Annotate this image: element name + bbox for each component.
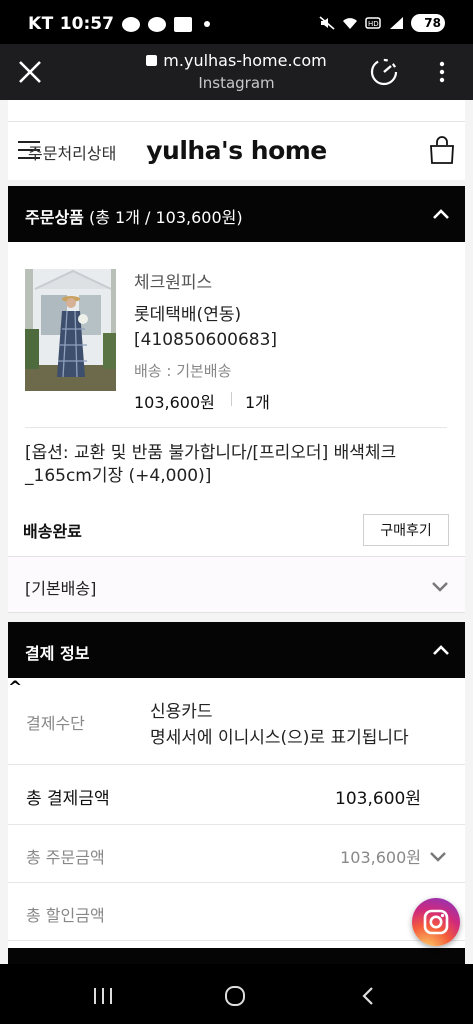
url-display[interactable]: m.yulhas-home.com	[0, 51, 473, 70]
shipping-company: 롯데택배(연동)	[134, 305, 242, 325]
browser-source-label: Instagram	[198, 74, 275, 92]
more-notifications-icon	[203, 21, 210, 27]
order-items-section-header[interactable]: 주문상품 (총 1개 / 103,600원)	[8, 186, 465, 242]
order-total-label: 총 주문금액	[26, 848, 105, 867]
chat-notification-icon	[147, 16, 166, 32]
payment-method-note: 명세서에 이니시스(으)로 표기됩니다	[150, 728, 409, 748]
price-quantity-divider	[231, 392, 232, 406]
top-strip	[8, 100, 465, 122]
total-payment-row: 총 결제금액 103,600원	[8, 765, 465, 825]
battery-indicator: 78	[411, 14, 445, 32]
product-name[interactable]: 체크원피스	[134, 268, 212, 293]
recent-apps-icon[interactable]	[92, 986, 114, 1006]
total-payment-value: 103,600원	[335, 789, 421, 809]
system-navigation-bar	[0, 964, 473, 1024]
home-icon[interactable]	[224, 985, 246, 1007]
page-content: 주문처리상태 yulha's home 주문상품 (총 1개 / 103,600…	[0, 100, 473, 964]
order-total-row[interactable]: 총 주문금액 103,600원	[8, 825, 465, 883]
product-quantity: 1개	[245, 393, 270, 412]
lock-icon	[146, 55, 158, 66]
payment-method-value: 신용카드	[150, 702, 213, 722]
tracking-number[interactable]: [410850600683]	[134, 330, 277, 350]
order-total-value: 103,600원	[340, 848, 421, 867]
hd-icon: HD	[365, 17, 381, 29]
order-items-title: 주문상품 (총 1개 / 103,600원)	[25, 204, 243, 228]
payment-info-table: 결제수단 신용카드 명세서에 이니시스(으)로 표기됩니다 ^ 총 결제금액 1…	[8, 678, 465, 964]
instagram-icon	[423, 909, 449, 935]
talk-notification-icon	[121, 16, 140, 32]
card-divider	[25, 427, 447, 428]
url-text: m.yulhas-home.com	[163, 51, 327, 70]
next-section-header[interactable]	[8, 948, 465, 964]
product-option: [옵션: 교환 및 반품 불가합니다/[프리오더] 배색체크_165cm기장 (…	[25, 443, 397, 486]
product-price: 103,600원	[134, 393, 215, 412]
app-notification-icon	[173, 16, 192, 32]
site-header: 주문처리상태 yulha's home	[8, 122, 465, 180]
payment-method-row: 결제수단 신용카드 명세서에 이니시스(으)로 표기됩니다	[8, 678, 465, 765]
product-thumbnail[interactable]	[25, 269, 116, 391]
shipping-type: 배송 : 기본배송	[134, 362, 232, 380]
order-items-title-main: 주문상품	[25, 208, 84, 227]
total-payment-label: 총 결제금액	[26, 789, 110, 809]
site-logo[interactable]: yulha's home	[8, 136, 465, 165]
payment-info-section-header[interactable]: 결제 정보	[8, 622, 465, 678]
shopping-bag-icon[interactable]	[429, 135, 455, 165]
mute-icon	[319, 16, 335, 30]
discount-total-row: 총 할인금액 0원	[8, 883, 465, 941]
in-app-browser-bar: m.yulhas-home.com Instagram	[0, 44, 473, 100]
signal-icon	[390, 17, 403, 29]
order-item-card: 체크원피스 롯데택배(연동) [410850600683] 배송 : 기본배송 …	[8, 242, 465, 556]
carrier-label: KT	[28, 14, 54, 34]
delivery-status: 배송완료	[23, 522, 82, 541]
back-icon[interactable]	[360, 986, 376, 1006]
discount-total-label: 총 할인금액	[26, 906, 105, 925]
chevron-up-icon[interactable]	[431, 640, 451, 660]
clock: 10:57	[59, 14, 114, 34]
speedometer-icon[interactable]	[369, 57, 399, 87]
wifi-icon	[343, 18, 357, 29]
svg-text:HD: HD	[368, 20, 379, 28]
payment-info-title: 결제 정보	[25, 640, 89, 664]
status-bar: KT 10:57 HD 78	[0, 0, 473, 44]
shipping-group-label: [기본배송]	[25, 579, 97, 598]
order-items-summary: (총 1개 / 103,600원)	[83, 208, 243, 227]
write-review-button[interactable]: 구매후기	[363, 514, 449, 546]
shipping-group-toggle[interactable]: [기본배송]	[8, 556, 465, 613]
chevron-down-icon[interactable]	[429, 847, 447, 865]
more-options-icon[interactable]	[434, 58, 450, 86]
payment-method-label: 결제수단	[26, 714, 85, 733]
chevron-up-icon[interactable]	[431, 204, 451, 224]
chevron-down-icon[interactable]	[431, 577, 449, 595]
payment-info-title-text: 결제 정보	[25, 644, 90, 663]
battery-level: 78	[424, 16, 441, 30]
instagram-floating-button[interactable]	[412, 898, 460, 946]
